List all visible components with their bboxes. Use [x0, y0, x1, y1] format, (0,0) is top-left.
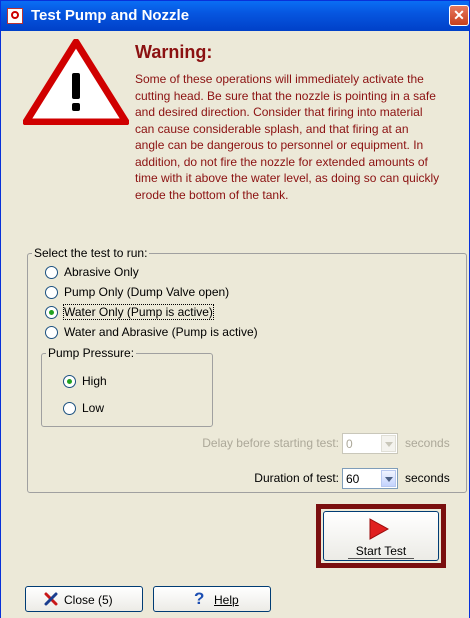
delay-label: Delay before starting test:	[202, 436, 339, 450]
chevron-down-icon[interactable]	[381, 470, 396, 487]
duration-unit: seconds	[405, 471, 450, 485]
duration-select[interactable]: 60	[342, 468, 398, 489]
test-pump-dialog: Test Pump and Nozzle ✕ Warning: Some of …	[0, 0, 470, 618]
close-x-icon	[44, 592, 58, 606]
play-icon	[369, 518, 389, 540]
window-title: Test Pump and Nozzle	[31, 7, 190, 24]
start-test-label: Start Test	[347, 544, 415, 559]
help-button-label: Help	[214, 593, 239, 607]
test-selection-legend: Select the test to run:	[32, 246, 150, 260]
delay-select: 0	[342, 433, 398, 454]
delay-unit: seconds	[405, 436, 450, 450]
help-button[interactable]: ? Help	[153, 586, 271, 612]
radio-label: Water Only (Pump is active)	[63, 304, 214, 320]
close-button-label: Close (5)	[64, 593, 113, 607]
pump-pressure-legend: Pump Pressure:	[46, 346, 137, 360]
radio-button-selected[interactable]	[63, 375, 76, 388]
window-close-button[interactable]: ✕	[449, 5, 469, 26]
radio-label: Abrasive Only	[64, 265, 139, 279]
delay-value: 0	[346, 437, 353, 451]
warning-heading: Warning:	[135, 42, 213, 62]
app-logo-icon	[7, 8, 23, 24]
radio-button[interactable]	[45, 286, 58, 299]
pump-pressure-group: Pump Pressure:	[41, 346, 213, 427]
radio-label: Water and Abrasive (Pump is active)	[64, 325, 258, 339]
radio-button[interactable]	[63, 402, 76, 415]
warning-triangle-icon	[23, 39, 129, 125]
warning-text: Some of these operations will immediatel…	[135, 72, 440, 202]
question-mark-icon: ?	[194, 589, 205, 608]
duration-label: Duration of test:	[254, 471, 339, 485]
dialog-bottom-edge	[1, 613, 469, 618]
radio-label: High	[82, 374, 107, 388]
close-button[interactable]: Close (5)	[25, 586, 143, 612]
radio-label: Low	[82, 401, 105, 415]
chevron-down-icon	[381, 435, 396, 452]
duration-value: 60	[346, 472, 360, 486]
radio-button[interactable]	[45, 326, 58, 339]
radio-label: Pump Only (Dump Valve open)	[64, 285, 230, 299]
radio-button-selected[interactable]	[45, 306, 58, 319]
radio-button[interactable]	[45, 266, 58, 279]
start-test-button[interactable]: Start Test	[323, 511, 439, 561]
title-bar[interactable]: Test Pump and Nozzle ✕	[1, 1, 469, 31]
